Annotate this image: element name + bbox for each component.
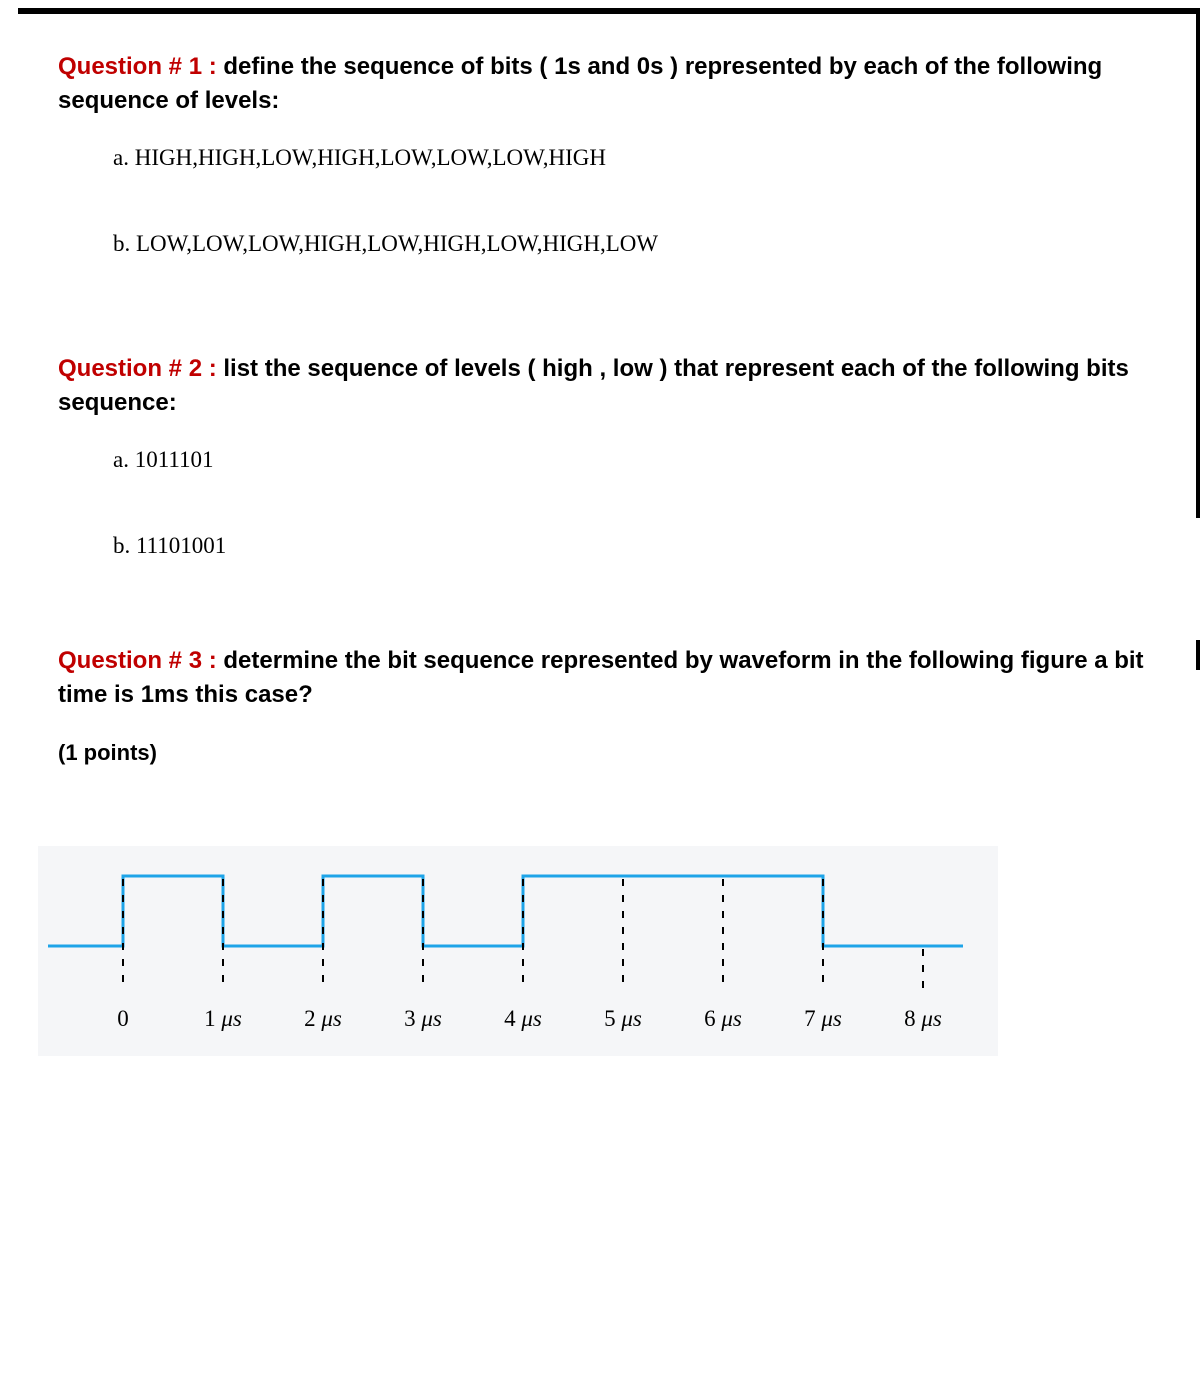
question-2-item-b: b. 11101001	[113, 533, 1190, 559]
axis-tick-label: 0	[117, 1006, 129, 1032]
axis-tick-label: 7 μs	[804, 1006, 842, 1032]
question-2-label: Question # 2 :	[58, 355, 223, 382]
waveform-figure: 0 1 μs 2 μs 3 μs 4 μs 5 μs 6 μs 7 μs 8 μs	[38, 846, 998, 1056]
question-2-item-b-value: 11101001	[136, 533, 226, 558]
question-1-label: Question # 1 :	[58, 53, 223, 80]
question-3-label: Question # 3 :	[58, 647, 223, 674]
axis-tick-label: 5 μs	[604, 1006, 642, 1032]
axis-tick-label: 6 μs	[704, 1006, 742, 1032]
question-3-section: Question # 3 : determine the bit sequenc…	[58, 644, 1190, 1055]
question-2-item-a-value: 1011101	[135, 447, 214, 472]
question-1-item-b: b. LOW,LOW,LOW,HIGH,LOW,HIGH,LOW,HIGH,LO…	[113, 231, 1190, 257]
question-3-points: (1 points)	[58, 740, 1190, 766]
question-1-item-a-value: HIGH,HIGH,LOW,HIGH,LOW,LOW,LOW,HIGH	[135, 145, 606, 170]
axis-labels: 0 1 μs 2 μs 3 μs 4 μs 5 μs 6 μs 7 μs 8 μs	[38, 1006, 998, 1036]
question-2-items: a. 1011101 b. 11101001	[113, 447, 1190, 559]
axis-tick-label: 8 μs	[904, 1006, 942, 1032]
question-3-header: Question # 3 : determine the bit sequenc…	[58, 644, 1190, 711]
question-1-item-a-label: a.	[113, 145, 135, 170]
axis-tick-label: 1 μs	[204, 1006, 242, 1032]
axis-tick-label: 3 μs	[404, 1006, 442, 1032]
page-content: Question # 1 : define the sequence of bi…	[0, 0, 1200, 1056]
question-2-section: Question # 2 : list the sequence of leve…	[58, 352, 1190, 559]
question-2-item-b-label: b.	[113, 533, 136, 558]
question-1-item-b-value: LOW,LOW,LOW,HIGH,LOW,HIGH,LOW,HIGH,LOW	[136, 231, 658, 256]
question-2-item-a: a. 1011101	[113, 447, 1190, 473]
question-2-header: Question # 2 : list the sequence of leve…	[58, 352, 1190, 419]
waveform-line	[48, 876, 963, 946]
question-1-item-a: a. HIGH,HIGH,LOW,HIGH,LOW,LOW,LOW,HIGH	[113, 145, 1190, 171]
question-1-items: a. HIGH,HIGH,LOW,HIGH,LOW,LOW,LOW,HIGH b…	[113, 145, 1190, 257]
axis-tick-label: 4 μs	[504, 1006, 542, 1032]
question-1-item-b-label: b.	[113, 231, 136, 256]
axis-tick-label: 2 μs	[304, 1006, 342, 1032]
question-2-item-a-label: a.	[113, 447, 135, 472]
question-1-header: Question # 1 : define the sequence of bi…	[58, 50, 1190, 117]
